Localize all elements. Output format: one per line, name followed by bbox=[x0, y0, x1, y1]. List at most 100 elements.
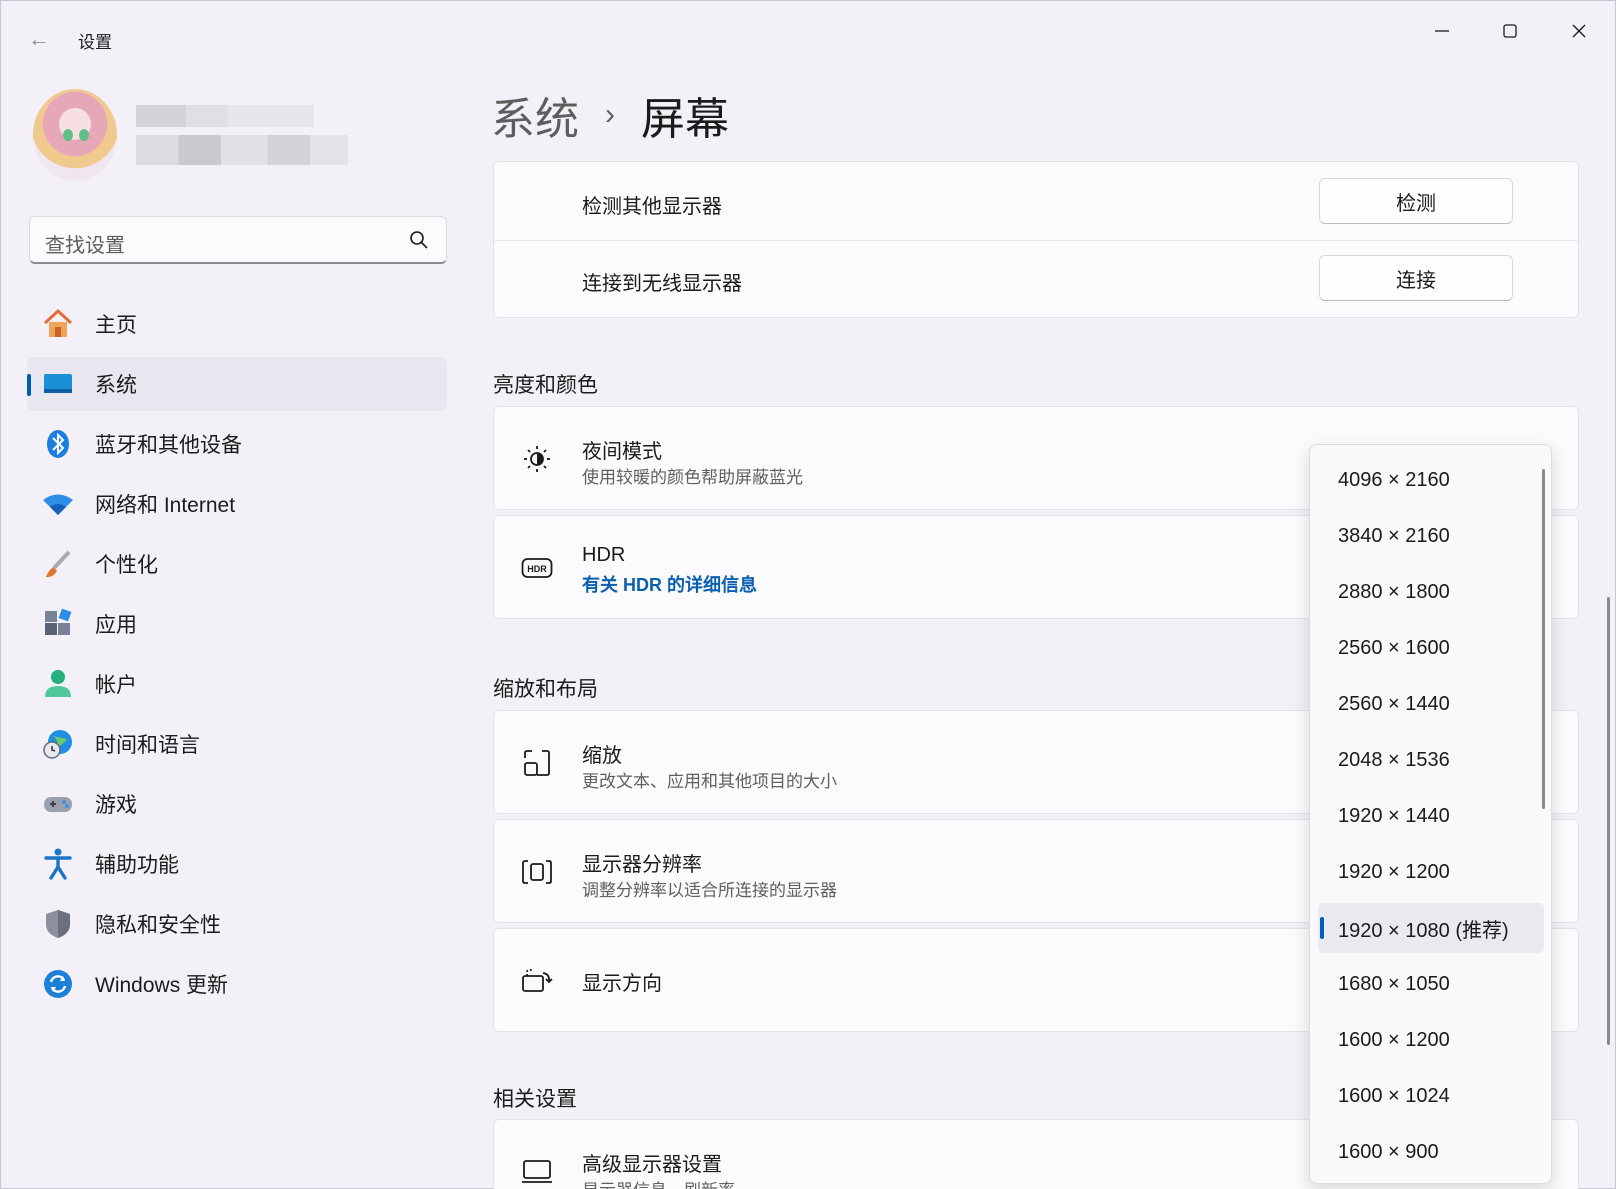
resolution-option[interactable]: 1600 × 1024 bbox=[1318, 1071, 1544, 1121]
resolution-dropdown-list[interactable]: 4096 × 2160 3840 × 2160 2880 × 1800 2560… bbox=[1309, 444, 1552, 1184]
sidebar-item-label: 应用 bbox=[95, 614, 137, 637]
resolution-option[interactable]: 2560 × 1440 bbox=[1318, 679, 1544, 729]
maximize-button[interactable] bbox=[1477, 9, 1543, 53]
detect-display-title: 检测其他显示器 bbox=[582, 196, 722, 218]
detect-button[interactable]: 检测 bbox=[1319, 178, 1513, 224]
scale-subtitle: 更改文本、应用和其他项目的大小 bbox=[582, 772, 837, 791]
sidebar-item-privacy[interactable]: 隐私和安全性 bbox=[27, 897, 447, 951]
breadcrumb-separator: › bbox=[605, 98, 615, 131]
minimize-icon bbox=[1435, 30, 1449, 32]
resolution-option[interactable]: 1920 × 1200 bbox=[1318, 847, 1544, 897]
hdr-icon: HDR bbox=[520, 551, 554, 585]
avatar bbox=[33, 89, 117, 181]
shield-icon bbox=[41, 907, 75, 941]
monitor-icon bbox=[520, 1154, 554, 1188]
main-scrollbar[interactable] bbox=[1607, 597, 1610, 1045]
wireless-display-title: 连接到无线显示器 bbox=[582, 273, 742, 295]
orientation-icon bbox=[520, 964, 554, 998]
resolution-option[interactable]: 2048 × 1536 bbox=[1318, 735, 1544, 785]
resolution-option[interactable]: 4096 × 2160 bbox=[1318, 455, 1544, 505]
blurred-user-name bbox=[136, 105, 314, 127]
paintbrush-icon bbox=[41, 547, 75, 581]
maximize-icon bbox=[1503, 24, 1517, 38]
back-button[interactable]: ← bbox=[23, 23, 55, 55]
display-actions-card: 检测其他显示器 检测 连接到无线显示器 连接 bbox=[493, 161, 1579, 318]
resolution-title: 显示器分辨率 bbox=[582, 854, 702, 876]
search-box[interactable]: 查找设置 bbox=[29, 216, 447, 264]
close-button[interactable] bbox=[1546, 9, 1612, 53]
advanced-display-title: 高级显示器设置 bbox=[582, 1154, 722, 1176]
sidebar-item-label: 时间和语言 bbox=[95, 734, 200, 757]
resolution-option[interactable]: 3840 × 2160 bbox=[1318, 511, 1544, 561]
home-icon bbox=[41, 307, 75, 341]
globe-clock-icon bbox=[41, 727, 75, 761]
detect-display-row: 检测其他显示器 检测 bbox=[494, 162, 1578, 240]
sidebar-item-home[interactable]: 主页 bbox=[27, 297, 447, 351]
sidebar-item-bluetooth[interactable]: 蓝牙和其他设备 bbox=[27, 417, 447, 471]
page-title: 屏幕 bbox=[641, 95, 729, 144]
section-title-related: 相关设置 bbox=[493, 1088, 577, 1111]
sidebar-item-label: 系统 bbox=[95, 374, 137, 397]
section-title-scale: 缩放和布局 bbox=[493, 678, 598, 701]
account-icon bbox=[41, 667, 75, 701]
resolution-option[interactable]: 1600 × 900 bbox=[1318, 1127, 1544, 1177]
wifi-icon bbox=[41, 487, 75, 521]
arrow-left-icon: ← bbox=[28, 26, 50, 51]
resolution-option[interactable]: 2560 × 1600 bbox=[1318, 623, 1544, 673]
apps-icon bbox=[41, 607, 75, 641]
accessibility-icon bbox=[41, 847, 75, 881]
sidebar-item-label: 主页 bbox=[95, 314, 137, 337]
sidebar-item-time-language[interactable]: 时间和语言 bbox=[27, 717, 447, 771]
search-input[interactable]: 查找设置 bbox=[45, 229, 125, 258]
sidebar-item-label: 游戏 bbox=[95, 794, 137, 817]
resolution-option[interactable]: 2880 × 1800 bbox=[1318, 567, 1544, 617]
breadcrumb-parent[interactable]: 系统 bbox=[491, 83, 579, 147]
sidebar-item-personalization[interactable]: 个性化 bbox=[27, 537, 447, 591]
svg-text:HDR: HDR bbox=[527, 564, 547, 574]
sidebar-item-label: 辅助功能 bbox=[95, 854, 179, 877]
dropdown-scrollbar[interactable] bbox=[1542, 469, 1545, 809]
sidebar-nav: 主页 系统 蓝牙和其他设备 网络和 Internet 个性化 应用 帐户 时间和… bbox=[27, 297, 447, 1017]
breadcrumb: 系统 › 屏幕 bbox=[491, 87, 729, 144]
update-icon bbox=[41, 967, 75, 1001]
title-bar: ← 设置 bbox=[1, 1, 1615, 73]
night-mode-title: 夜间模式 bbox=[582, 441, 662, 463]
blurred-user-email bbox=[136, 135, 348, 165]
night-light-icon bbox=[520, 442, 554, 476]
sidebar-item-apps[interactable]: 应用 bbox=[27, 597, 447, 651]
gamepad-icon bbox=[41, 787, 75, 821]
hdr-info-link[interactable]: 有关 HDR 的详细信息 bbox=[582, 571, 757, 597]
resolution-option-selected[interactable]: 1920 × 1080 (推荐) bbox=[1318, 903, 1544, 953]
sidebar-item-windows-update[interactable]: Windows 更新 bbox=[27, 957, 447, 1011]
scale-title: 缩放 bbox=[582, 745, 622, 767]
wireless-display-row: 连接到无线显示器 连接 bbox=[494, 241, 1578, 319]
resolution-option[interactable]: 1920 × 1440 bbox=[1318, 791, 1544, 841]
user-profile[interactable] bbox=[33, 89, 348, 181]
minimize-button[interactable] bbox=[1409, 9, 1475, 53]
sidebar-item-network[interactable]: 网络和 Internet bbox=[27, 477, 447, 531]
sidebar-item-label: 网络和 Internet bbox=[95, 494, 236, 517]
sidebar-item-accounts[interactable]: 帐户 bbox=[27, 657, 447, 711]
close-icon bbox=[1572, 24, 1586, 38]
hdr-title: HDR bbox=[582, 544, 626, 566]
search-icon[interactable] bbox=[408, 229, 430, 251]
settings-window: ← 设置 查找设置 主页 系统 蓝牙和其他设备 网络和 Internet 个性化… bbox=[0, 0, 1616, 1189]
sidebar-item-gaming[interactable]: 游戏 bbox=[27, 777, 447, 831]
connect-button[interactable]: 连接 bbox=[1319, 255, 1513, 301]
resolution-subtitle: 调整分辨率以适合所连接的显示器 bbox=[582, 881, 837, 900]
avatar-eye-left bbox=[63, 129, 73, 141]
scale-icon bbox=[520, 746, 554, 780]
orientation-title: 显示方向 bbox=[582, 973, 662, 995]
resolution-option[interactable]: 1680 × 1050 bbox=[1318, 959, 1544, 1009]
sidebar-item-label: 隐私和安全性 bbox=[95, 914, 221, 937]
resolution-icon bbox=[520, 855, 554, 889]
sidebar-item-accessibility[interactable]: 辅助功能 bbox=[27, 837, 447, 891]
resolution-option[interactable]: 1600 × 1200 bbox=[1318, 1015, 1544, 1065]
bluetooth-icon bbox=[41, 427, 75, 461]
sidebar-item-label: Windows 更新 bbox=[95, 974, 229, 997]
section-title-brightness: 亮度和颜色 bbox=[493, 374, 598, 397]
sidebar-item-label: 蓝牙和其他设备 bbox=[95, 434, 242, 457]
sidebar-item-system[interactable]: 系统 bbox=[27, 357, 447, 411]
sidebar-item-label: 个性化 bbox=[95, 554, 158, 577]
advanced-display-subtitle: 显示器信息、刷新率 bbox=[582, 1176, 735, 1189]
